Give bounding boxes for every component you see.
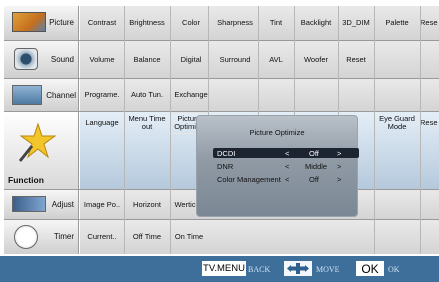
menu-item-reset-picture[interactable]: Rese (420, 6, 439, 40)
arrow-left-icon[interactable]: < (285, 149, 289, 158)
option-label: DNR (217, 162, 234, 171)
divider (374, 6, 375, 254)
option-label: DCDI (217, 149, 236, 158)
adjust-icon (12, 196, 46, 212)
menu-item-balance[interactable]: Balance (124, 41, 170, 78)
menu-item-horizontal[interactable]: Horizont (124, 190, 170, 219)
option-value: Off (309, 175, 319, 184)
menu-item-color[interactable]: Color (170, 6, 212, 40)
divider (420, 6, 421, 254)
option-label: Color Management (217, 175, 281, 184)
menu-item-backlight[interactable]: Backlight (294, 6, 338, 40)
menu-item-menu-timeout[interactable]: Menu Time out (124, 112, 170, 134)
menu-item-reset-function[interactable]: Rese (420, 112, 439, 134)
magic-wand-icon (18, 122, 58, 162)
menu-item-surround[interactable]: Surround (212, 41, 258, 78)
menu-item-on-time[interactable]: On Time (170, 220, 208, 254)
move-arrows-icon (284, 261, 312, 276)
menu-label-sound: Sound (50, 55, 74, 64)
ok-button[interactable]: OK (356, 261, 384, 276)
arrow-right-icon[interactable]: > (337, 175, 341, 184)
menu-tile-picture[interactable]: Picture (4, 6, 79, 40)
option-color-management[interactable]: Color Management < Off > (213, 174, 359, 184)
menu-item-sharpness[interactable]: Sharpness (212, 6, 258, 40)
menu-label-function: Function (8, 175, 44, 185)
menu-item-off-time[interactable]: Off Time (124, 220, 170, 254)
menu-item-tint[interactable]: Tint (258, 6, 294, 40)
option-value: Middle (305, 162, 328, 171)
menu-item-exchange[interactable]: Exchange (170, 79, 212, 111)
speaker-icon (14, 48, 38, 70)
menu-label-channel: Channel (46, 91, 76, 100)
ok-label: OK (388, 265, 400, 274)
menu-label-picture: Picture (49, 18, 74, 27)
back-label: BACK (248, 265, 271, 274)
option-dcdi[interactable]: DCDI < Off > (213, 148, 359, 158)
menu-item-palette[interactable]: Palette (374, 6, 420, 40)
menu-tile-timer[interactable]: Timer (4, 220, 79, 254)
arrow-left-icon[interactable]: < (285, 162, 289, 171)
tv-osd-menu: Picture Contrast Brightness Color Sharpn… (0, 0, 439, 282)
move-label: MOVE (316, 265, 340, 274)
menu-tile-channel[interactable]: Channel (4, 79, 79, 111)
picture-icon (12, 12, 46, 32)
divider (124, 6, 125, 254)
arrow-right-icon[interactable]: > (337, 162, 341, 171)
menu-item-woofer[interactable]: Woofer (294, 41, 338, 78)
menu-item-3d-dim[interactable]: 3D_DIM (338, 6, 374, 40)
menu-item-language[interactable]: Language (80, 112, 124, 134)
tv-menu-button[interactable]: TV.MENU (202, 261, 246, 276)
clock-icon (14, 225, 38, 249)
menu-item-brightness[interactable]: Brightness (124, 6, 170, 40)
menu-item-digital[interactable]: Digital (170, 41, 212, 78)
option-dnr[interactable]: DNR < Middle > (213, 161, 359, 171)
menu-item-programe[interactable]: Programe. (80, 79, 124, 111)
divider (258, 6, 259, 115)
divider (294, 6, 295, 115)
divider (338, 6, 339, 115)
menu-tile-adjust[interactable]: Adjust (4, 190, 79, 219)
menu-item-current-time[interactable]: Current.. (80, 220, 124, 254)
option-value: Off (309, 149, 319, 158)
divider (208, 6, 209, 115)
arrow-left-icon[interactable]: < (285, 175, 289, 184)
bottom-nav-bar: TV.MENU BACK MOVE OK OK (0, 256, 439, 282)
menu-label-adjust: Adjust (51, 200, 74, 209)
dialog-title: Picture Optimize (249, 128, 305, 137)
menu-item-contrast[interactable]: Contrast (80, 6, 124, 40)
menu-item-volume[interactable]: Volume (80, 41, 124, 78)
menu-item-image-position[interactable]: Image Po.. (80, 190, 124, 219)
arrow-right-icon[interactable]: > (337, 149, 341, 158)
divider (170, 6, 171, 254)
menu-label-timer: Timer (53, 232, 74, 241)
menu-item-eye-guard-mode[interactable]: Eye Guard Mode (374, 112, 420, 134)
menu-item-reset-sound[interactable]: Reset (338, 41, 374, 78)
menu-item-auto-tun[interactable]: Auto Tun. (124, 79, 170, 111)
channel-icon (12, 85, 42, 105)
picture-optimize-dialog: Picture Optimize DCDI < Off > DNR < Midd… (196, 115, 359, 217)
menu-tile-sound[interactable]: Sound (4, 41, 79, 78)
menu-item-avl[interactable]: AVL (258, 41, 294, 78)
menu-tile-function[interactable]: Function (4, 112, 79, 189)
